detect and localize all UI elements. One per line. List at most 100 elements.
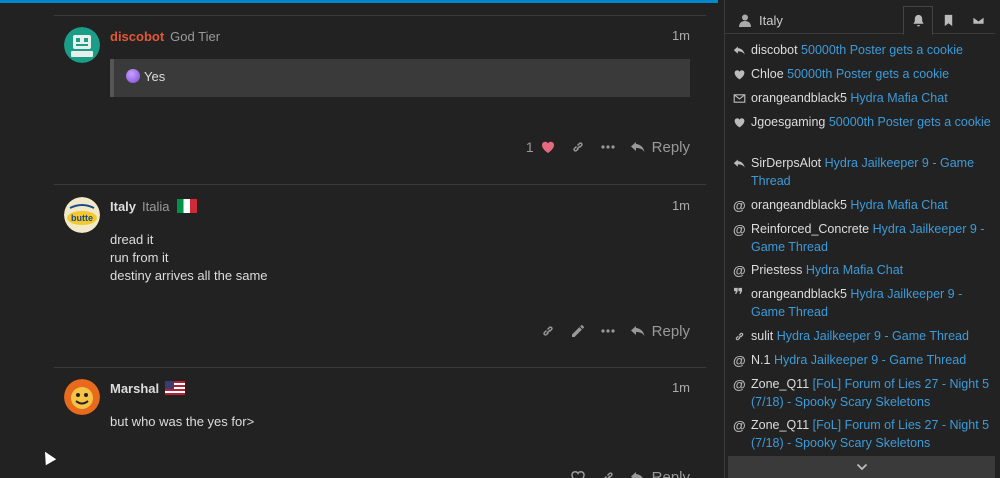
post-line: run from it [110,250,169,265]
heart-icon [734,70,745,80]
reply-button[interactable]: Reply [630,323,690,340]
at-icon: @ [733,418,746,433]
notification-item[interactable]: @ Reinforced_Concrete Hydra Jailkeeper 9… [733,221,995,256]
user-title: Italia [142,198,170,214]
crystal-ball-icon [126,69,140,83]
notification-item[interactable]: orangeandblack5 Hydra Mafia Chat [733,90,995,108]
show-more-notifications-button[interactable] [728,456,995,478]
more-actions-button[interactable] [600,323,616,339]
notification-topic[interactable]: Hydra Jailkeeper 9 - Game Thread [774,353,966,367]
share-link-button[interactable] [570,139,586,155]
notification-item[interactable]: sulit Hydra Jailkeeper 9 - Game Thread [733,328,995,346]
at-icon: @ [733,263,746,278]
share-link-button[interactable] [600,469,616,478]
pencil-icon [571,324,584,337]
avatar[interactable] [64,379,100,415]
notification-user: Chloe [751,67,784,81]
notification-item[interactable]: Chloe 50000th Poster gets a cookie [733,66,995,84]
envelope-icon [971,15,985,25]
notification-item[interactable]: @ Zone_Q11 [FoL] Forum of Lies 27 - Nigh… [733,376,995,411]
notification-item[interactable]: Jgoesgaming 50000th Poster gets a cookie [733,114,995,132]
post-meta: Marshal [110,379,186,397]
notifications-tab[interactable] [903,6,933,35]
username[interactable]: Marshal [110,381,159,396]
post-line: but who was the yes for> [110,414,255,429]
reply-icon [630,142,645,152]
us-flag-icon [165,381,186,395]
post-time[interactable]: 1m [672,28,690,43]
share-link-button[interactable] [540,323,556,339]
bookmarks-tab[interactable] [933,6,963,34]
reply-icon [733,46,745,55]
bookmark-icon [944,14,952,26]
heart-icon [541,141,554,153]
notification-item[interactable]: ❞ orangeandblack5 Hydra Jailkeeper 9 - G… [733,286,995,321]
notification-item[interactable]: @ N.1 Hydra Jailkeeper 9 - Game Thread [733,352,995,370]
avatar[interactable]: butte [64,197,100,233]
envelope-icon [733,94,746,103]
user-menu-panel: Italy discobot 50000th Poster gets a coo… [724,0,1000,478]
post-time[interactable]: 1m [672,380,690,395]
avatar[interactable] [64,27,100,63]
post-divider [54,184,706,185]
reply-label: Reply [651,468,690,478]
post-stream: discobot God Tier 1m Yes 1 Reply butte I… [0,3,718,478]
notification-item[interactable]: SirDerpsAlot Hydra Jailkeeper 9 - Game T… [733,155,995,190]
bell-icon [912,14,924,27]
user-profile-link[interactable]: Italy [731,6,783,34]
post-actions: 1 Reply [526,137,690,157]
quote-block: Yes [110,59,690,97]
like-count[interactable]: 1 [526,139,534,155]
notification-item[interactable]: @ Zone_Q11 [FoL] Forum of Lies 27 - Nigh… [733,417,995,452]
more-actions-button[interactable] [600,139,616,155]
post-meta: Italy Italia [110,197,198,215]
quote-text: Yes [144,69,166,84]
notification-topic[interactable]: Hydra Mafia Chat [806,263,903,277]
notification-topic[interactable]: Hydra Mafia Chat [850,198,947,212]
notification-item[interactable]: @ orangeandblack5 Hydra Mafia Chat [733,197,995,215]
post-marshal: Marshal 1m but who was the yes for> Repl… [54,379,706,478]
notification-user: orangeandblack5 [751,91,847,105]
post-divider [54,15,706,16]
notification-user: SirDerpsAlot [751,156,822,170]
post-line: dread it [110,232,154,247]
heart-icon [734,118,745,128]
notification-topic[interactable]: 50000th Poster gets a cookie [829,115,991,129]
notification-user: sulit [751,329,774,343]
user-icon [739,14,751,27]
notification-user: Priestess [751,263,803,277]
post-italy: butte Italy Italia 1m dread it run from … [54,197,706,357]
reply-icon [630,472,643,478]
reply-button[interactable]: Reply [630,469,690,478]
username[interactable]: Italy [110,199,136,214]
messages-tab[interactable] [963,6,993,34]
post-actions: Reply [570,467,690,478]
at-icon: @ [733,377,746,392]
notification-topic[interactable]: Hydra Mafia Chat [850,91,947,105]
post-line: destiny arrives all the same [110,268,268,283]
link-icon [603,472,613,478]
reply-label: Reply [651,138,690,156]
notification-user: orangeandblack5 [751,287,847,301]
post-time[interactable]: 1m [672,198,690,213]
ellipsis-icon [601,329,615,333]
notification-item[interactable]: @ Priestess Hydra Mafia Chat [733,262,995,280]
username[interactable]: discobot [110,29,164,44]
heart-outline-icon [570,471,585,478]
notification-topic[interactable]: 50000th Poster gets a cookie [787,67,949,81]
reply-icon [630,326,645,336]
edit-button[interactable] [570,323,586,339]
at-icon: @ [733,198,746,213]
post-discobot: discobot God Tier 1m Yes 1 Reply [54,27,706,177]
like-button[interactable]: 1 [526,139,556,155]
user-title: God Tier [170,28,221,44]
notification-topic[interactable]: Hydra Jailkeeper 9 - Game Thread [777,329,969,343]
post-body: dread it run from it destiny arrives all… [110,231,268,285]
like-button[interactable] [570,469,586,478]
notification-item[interactable]: discobot 50000th Poster gets a cookie [733,42,995,60]
notification-user: Reinforced_Concrete [751,222,870,236]
at-icon: @ [733,353,746,368]
post-divider [54,367,706,368]
reply-button[interactable]: Reply [630,139,690,156]
notification-topic[interactable]: 50000th Poster gets a cookie [801,43,963,57]
